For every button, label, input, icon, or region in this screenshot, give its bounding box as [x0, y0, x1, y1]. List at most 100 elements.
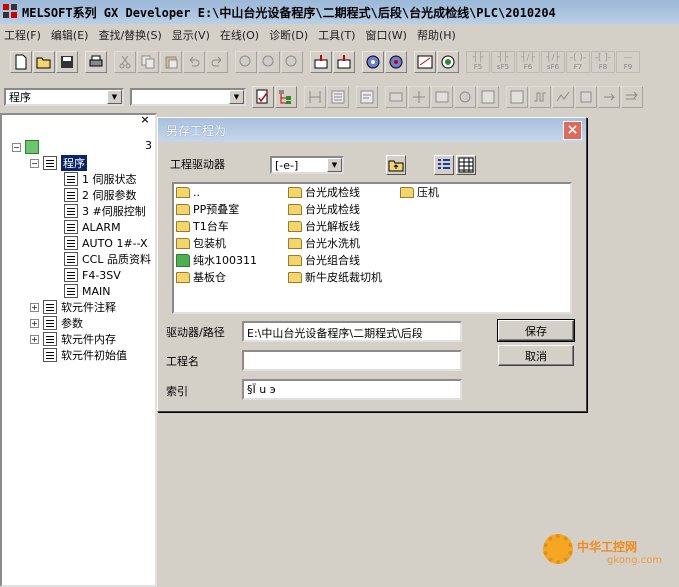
tree-item-servo-status[interactable]: 1 伺服状态: [64, 171, 137, 187]
note-button[interactable]: [408, 86, 430, 108]
menu-find-replace[interactable]: 查找/替换(S): [98, 27, 161, 43]
tree-item-device-init[interactable]: 软元件初始值: [43, 347, 127, 363]
tree-item-parameter[interactable]: + 参数: [30, 315, 83, 331]
expand-icon[interactable]: +: [30, 334, 39, 344]
alias-button[interactable]: [431, 86, 453, 108]
cut-button[interactable]: [114, 51, 136, 73]
statement-button[interactable]: [385, 86, 407, 108]
entry-monitor-button[interactable]: [506, 86, 528, 108]
list-icon: [331, 90, 345, 104]
undo-button[interactable]: [183, 51, 205, 73]
list-item-inspection-line-2[interactable]: 台光成检线: [288, 201, 360, 217]
timing-chart-button[interactable]: [529, 86, 551, 108]
comment-search-button[interactable]: [281, 51, 303, 73]
chevron-down-icon[interactable]: ▼: [327, 158, 342, 172]
copy-button[interactable]: [137, 51, 159, 73]
list-item-depanel-line[interactable]: 台光解板线: [288, 218, 360, 234]
block-select[interactable]: ▼: [130, 88, 246, 106]
tree-item-alarm[interactable]: ALARM: [64, 219, 121, 235]
save-button[interactable]: [56, 51, 78, 73]
menu-edit[interactable]: 编辑(E): [51, 27, 89, 43]
tree-item-device-comment[interactable]: + 软元件注释: [30, 299, 116, 315]
monitor-stop-button[interactable]: [385, 51, 407, 73]
list-item-t1-cart[interactable]: T1台车: [176, 218, 229, 234]
comment-button[interactable]: [356, 86, 378, 108]
list-item-parent[interactable]: ..: [176, 184, 200, 200]
cancel-button[interactable]: 取消: [498, 345, 574, 366]
instruction-search-button[interactable]: [258, 51, 280, 73]
detail-view-toggle-button[interactable]: [456, 155, 476, 175]
ladder-view-button[interactable]: [304, 86, 326, 108]
project-tree-toggle-button[interactable]: [275, 86, 297, 108]
print-button[interactable]: [85, 51, 107, 73]
convert-all-button[interactable]: [621, 86, 643, 108]
list-item-packer[interactable]: 包装机: [176, 235, 226, 251]
open-button[interactable]: [33, 51, 55, 73]
menu-window[interactable]: 窗口(W): [365, 27, 406, 43]
chevron-down-icon[interactable]: ▼: [107, 90, 122, 104]
tree-root[interactable]: − 3: [12, 139, 152, 155]
device-search-button[interactable]: [235, 51, 257, 73]
tree-item-servo-control[interactable]: 3 #伺服控制: [64, 203, 146, 219]
list-item-inspection-line-1[interactable]: 台光成检线: [288, 184, 360, 200]
f6-contact-button[interactable]: ┤/├ F6: [516, 51, 540, 73]
expand-icon[interactable]: +: [30, 302, 39, 312]
tree-item-main[interactable]: MAIN: [64, 283, 111, 299]
tree-item-device-memory[interactable]: + 软元件内存: [30, 331, 116, 347]
menu-tools[interactable]: 工具(T): [318, 27, 355, 43]
ladder-compare-button[interactable]: [414, 51, 436, 73]
tree-item-program[interactable]: − 程序: [30, 155, 87, 171]
index-field[interactable]: §Ï u э: [242, 379, 462, 400]
monitor-start-button[interactable]: [362, 51, 384, 73]
tree-close-button[interactable]: ×: [137, 113, 153, 127]
device-test-button[interactable]: [454, 86, 476, 108]
list-item-pure-water[interactable]: 纯水100311: [176, 252, 257, 268]
list-view-button[interactable]: [327, 86, 349, 108]
list-item-assembly-line[interactable]: 台光组合线: [288, 252, 360, 268]
menu-online[interactable]: 在线(O): [220, 27, 259, 43]
path-field[interactable]: E:\中山台光设备程序\二期程式\后段: [242, 321, 462, 342]
f7-coil-button[interactable]: -( )- F7: [566, 51, 590, 73]
program-mode-select[interactable]: 程序 ▼: [4, 88, 124, 106]
list-view-toggle-button[interactable]: [434, 155, 454, 175]
collapse-icon[interactable]: −: [12, 142, 21, 152]
parameter-check-button[interactable]: [252, 86, 274, 108]
project-name-field[interactable]: [242, 350, 462, 371]
list-item-press[interactable]: 压机: [400, 184, 439, 200]
list-item-kraft-cutter[interactable]: 新牛皮纸裁切机: [288, 269, 382, 285]
list-item-washer[interactable]: 台光水洗机: [288, 235, 360, 251]
read-plc-button[interactable]: [333, 51, 355, 73]
drive-select[interactable]: [-e-] ▼: [270, 156, 344, 174]
redo-button[interactable]: [206, 51, 228, 73]
sf6-contact-button[interactable]: ┤/├ sF6: [541, 51, 565, 73]
write-plc-button[interactable]: [310, 51, 332, 73]
menu-view[interactable]: 显示(V): [172, 27, 210, 43]
sampling-button[interactable]: [575, 86, 597, 108]
save-button[interactable]: 保存: [497, 319, 575, 342]
f5-contact-button[interactable]: ┤├ F5: [466, 51, 490, 73]
expand-icon[interactable]: +: [30, 318, 39, 328]
batch-monitor-button[interactable]: [477, 86, 499, 108]
f9-line-button[interactable]: — F9: [616, 51, 640, 73]
tree-item-auto[interactable]: AUTO 1#--X: [64, 235, 148, 251]
convert-button[interactable]: [598, 86, 620, 108]
trace-button[interactable]: [552, 86, 574, 108]
chevron-down-icon[interactable]: ▼: [229, 90, 244, 104]
sf5-contact-button[interactable]: ┤├ sF5: [491, 51, 515, 73]
up-folder-button[interactable]: [386, 155, 406, 175]
tree-item-ccl[interactable]: CCL 品质资料: [64, 251, 151, 267]
menu-diagnostics[interactable]: 诊断(D): [269, 27, 308, 43]
list-item-substrate-bin[interactable]: 基板仓: [176, 269, 226, 285]
dialog-close-button[interactable]: ×: [563, 121, 582, 140]
paste-button[interactable]: [160, 51, 182, 73]
diagnostics-button[interactable]: [437, 51, 459, 73]
menu-project[interactable]: 工程(F): [4, 27, 41, 43]
list-item-pp-room[interactable]: PP预叠室: [176, 201, 239, 217]
menu-help[interactable]: 帮助(H): [417, 27, 456, 43]
f8-instruction-button[interactable]: -[ ]- F8: [591, 51, 615, 73]
tree-item-servo-params[interactable]: 2 伺服参数: [64, 187, 137, 203]
collapse-icon[interactable]: −: [30, 158, 39, 168]
new-file-button[interactable]: [10, 51, 32, 73]
ladder-file-icon: [64, 236, 78, 250]
tree-item-f4-3sv[interactable]: F4-3SV: [64, 267, 121, 283]
